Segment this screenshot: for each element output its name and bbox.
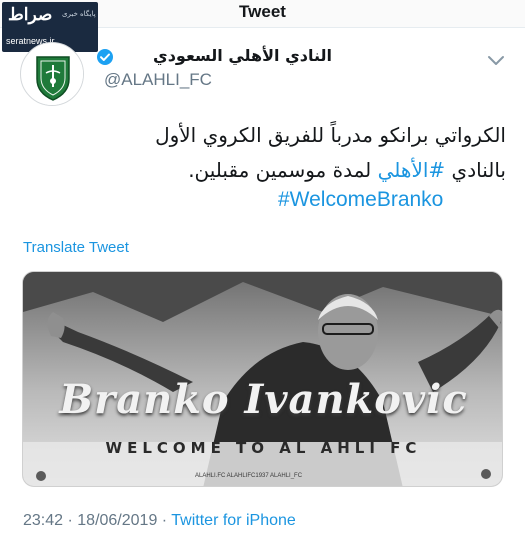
meta-separator: · — [63, 512, 78, 529]
club-crest-icon[interactable] — [20, 42, 84, 106]
tweet-line-1: الكرواتي برانكو مدرباً للفريق الكروي الأ… — [155, 123, 506, 147]
media-caption-welcome: WELCOME TO AL AHLI FC — [105, 439, 422, 457]
watermark-logo: صراط — [8, 5, 53, 25]
translate-tweet-link[interactable]: Translate Tweet — [23, 239, 129, 256]
hashtag-alahli-link[interactable]: #الأهلي — [378, 158, 446, 182]
tweet-time: 23:42 — [23, 512, 64, 529]
tweet-line-2-start: بالنادي — [445, 158, 506, 182]
meta-separator-2: · — [157, 512, 172, 529]
tweet-date: 18/06/2019 — [77, 512, 158, 529]
media-caption-name: Branko Ivankovic — [59, 376, 468, 423]
tweet-media-image[interactable]: Branko Ivankovic WELCOME TO AL AHLI FC A… — [22, 271, 503, 487]
account-handle[interactable]: @ALAHLI_FC — [104, 70, 212, 90]
media-footer-handles: ALAHLI.FC ALAHLIFC1937 ALAHLI_FC — [195, 473, 303, 479]
chevron-down-icon[interactable] — [486, 52, 506, 66]
tweet-body: الكرواتي برانكو مدرباً للفريق الكروي الأ… — [30, 118, 506, 188]
watermark-tag: پایگاه خبری — [62, 10, 96, 18]
tweet-source-link[interactable]: Twitter for iPhone — [171, 512, 296, 529]
tweet-meta: 23:42 · 18/06/2019 · Twitter for iPhone — [23, 512, 296, 530]
tweet-line-2-end: لمدة موسمين مقبلين. — [188, 158, 378, 182]
hashtag-welcomebranko-link[interactable]: #WelcomeBranko — [278, 188, 443, 212]
tweet-line-2: بالنادي #الأهلي لمدة موسمين مقبلين. — [30, 153, 506, 188]
account-display-name[interactable]: النادي الأهلي السعودي — [100, 46, 332, 65]
verified-badge-icon — [96, 48, 114, 66]
